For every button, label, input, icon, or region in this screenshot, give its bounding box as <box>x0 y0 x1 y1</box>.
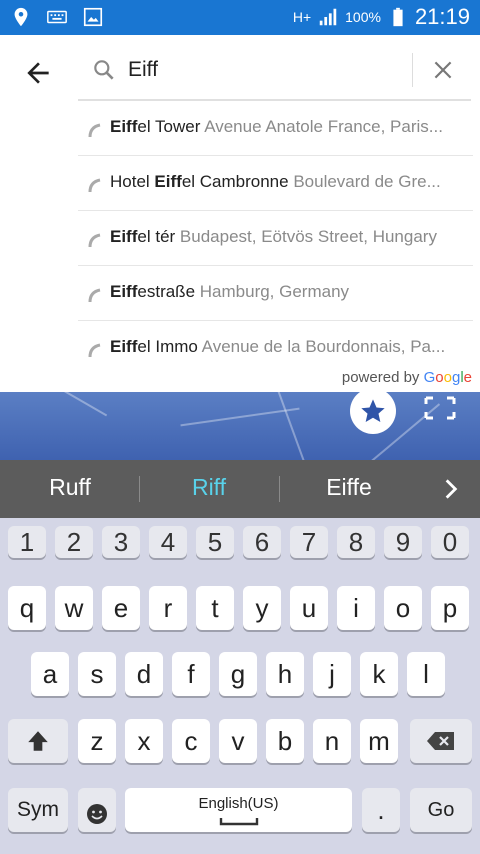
prediction-2[interactable]: Riff <box>149 474 269 501</box>
voice-emoji-key[interactable] <box>78 788 116 832</box>
key-r[interactable]: r <box>149 586 187 630</box>
key-e[interactable]: e <box>102 586 140 630</box>
key-m[interactable]: m <box>360 719 398 763</box>
prediction-1[interactable]: Ruff <box>10 474 130 501</box>
search-panel: Eiff Eiffel Tower Avenue Anatole France,… <box>0 35 480 392</box>
word-suggestion-bar: Ruff Riff Eiffe <box>0 460 480 518</box>
suggestion-text: Eiffel tér Budapest, Eötvös Street, Hung… <box>110 227 437 246</box>
backspace-key[interactable] <box>410 719 472 763</box>
place-icon <box>88 233 101 248</box>
key-v[interactable]: v <box>219 719 257 763</box>
suggestion-item[interactable]: Eiffel Tower Avenue Anatole France, Pari… <box>78 101 473 156</box>
key-3[interactable]: 3 <box>102 526 140 558</box>
key-l[interactable]: l <box>407 652 445 696</box>
back-arrow-icon[interactable] <box>22 57 54 89</box>
keyboard-icon <box>47 10 67 24</box>
search-input[interactable]: Eiff <box>128 58 158 82</box>
prediction-3[interactable]: Eiffe <box>289 474 409 501</box>
place-icon <box>88 343 101 358</box>
battery-percent: 100% <box>345 9 381 25</box>
key-7[interactable]: 7 <box>290 526 328 558</box>
clear-search-icon[interactable] <box>430 57 456 83</box>
key-8[interactable]: 8 <box>337 526 375 558</box>
key-i[interactable]: i <box>337 586 375 630</box>
suggestion-text: Eiffel Tower Avenue Anatole France, Pari… <box>110 117 443 136</box>
search-bar: Eiff <box>78 43 471 101</box>
suggestion-text: Eiffestraße Hamburg, Germany <box>110 282 350 301</box>
key-b[interactable]: b <box>266 719 304 763</box>
clock: 21:19 <box>414 4 470 29</box>
period-key[interactable]: . <box>362 788 400 832</box>
key-0[interactable]: 0 <box>431 526 469 558</box>
emoji-icon <box>87 804 107 824</box>
key-t[interactable]: t <box>196 586 234 630</box>
suggestion-item[interactable]: Eiffestraße Hamburg, Germany <box>78 266 473 321</box>
key-y[interactable]: y <box>243 586 281 630</box>
suggestion-item[interactable]: Hotel Eiffel Cambronne Boulevard de Gre.… <box>78 156 473 211</box>
key-z[interactable]: z <box>78 719 116 763</box>
key-n[interactable]: n <box>313 719 351 763</box>
key-9[interactable]: 9 <box>384 526 422 558</box>
key-k[interactable]: k <box>360 652 398 696</box>
divider <box>412 53 413 87</box>
on-screen-keyboard: 1 2 3 4 5 6 7 8 9 0 q w e r t y u i o p … <box>0 518 480 854</box>
key-d[interactable]: d <box>125 652 163 696</box>
location-icon <box>14 7 28 27</box>
suggestion-text: Eiffel Immo Avenue de la Bourdonnais, Pa… <box>110 337 446 356</box>
go-key[interactable]: Go <box>410 788 472 832</box>
key-u[interactable]: u <box>290 586 328 630</box>
status-bar: H+ 100% 21:19 <box>0 0 480 35</box>
key-c[interactable]: c <box>172 719 210 763</box>
space-key[interactable]: English(US) <box>125 788 352 832</box>
key-s[interactable]: s <box>78 652 116 696</box>
language-label: English(US) <box>198 795 279 812</box>
suggestion-item[interactable]: Eiffel Immo Avenue de la Bourdonnais, Pa… <box>78 321 473 375</box>
powered-by-google: powered by Google <box>341 369 472 386</box>
fullscreen-icon[interactable] <box>424 396 456 420</box>
suggestion-item[interactable]: Eiffel tér Budapest, Eötvös Street, Hung… <box>78 211 473 266</box>
key-1[interactable]: 1 <box>8 526 46 558</box>
shift-key[interactable] <box>8 719 68 763</box>
battery-icon <box>393 7 403 27</box>
signal-icon <box>319 8 337 26</box>
star-icon <box>361 399 385 422</box>
favorite-button[interactable] <box>350 388 396 434</box>
place-icon <box>88 123 101 138</box>
chevron-right-icon[interactable] <box>438 474 464 504</box>
key-4[interactable]: 4 <box>149 526 187 558</box>
backspace-icon <box>427 732 454 750</box>
place-icon <box>88 288 101 303</box>
key-j[interactable]: j <box>313 652 351 696</box>
key-w[interactable]: w <box>55 586 93 630</box>
suggestion-list: Eiffel Tower Avenue Anatole France, Pari… <box>78 101 473 375</box>
key-5[interactable]: 5 <box>196 526 234 558</box>
key-p[interactable]: p <box>431 586 469 630</box>
shift-arrow-icon <box>28 731 48 751</box>
key-g[interactable]: g <box>219 652 257 696</box>
key-x[interactable]: x <box>125 719 163 763</box>
key-o[interactable]: o <box>384 586 422 630</box>
search-icon <box>94 60 114 80</box>
suggestion-text: Hotel Eiffel Cambronne Boulevard de Gre.… <box>110 172 441 191</box>
map-view[interactable] <box>0 392 480 460</box>
key-a[interactable]: a <box>31 652 69 696</box>
symbols-key[interactable]: Sym <box>8 788 68 832</box>
key-h[interactable]: h <box>266 652 304 696</box>
key-6[interactable]: 6 <box>243 526 281 558</box>
place-icon <box>88 178 101 193</box>
image-icon <box>83 7 103 27</box>
key-2[interactable]: 2 <box>55 526 93 558</box>
key-q[interactable]: q <box>8 586 46 630</box>
network-type: H+ <box>292 9 312 25</box>
space-bar-icon <box>219 818 259 826</box>
key-f[interactable]: f <box>172 652 210 696</box>
